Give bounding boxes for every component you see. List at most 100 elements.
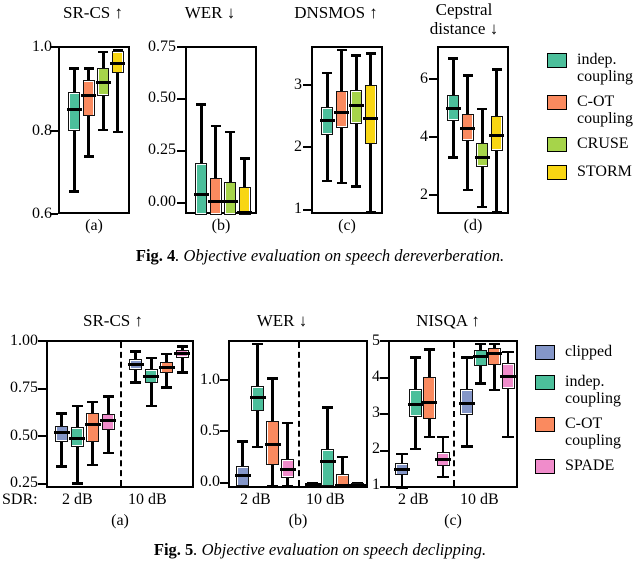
box-body	[82, 80, 95, 117]
whisker-cap-high	[448, 57, 459, 60]
legend-swatch-icon	[546, 52, 568, 69]
fig4-legend-label-1: C-OT coupling	[577, 93, 633, 127]
whisker-cap-low	[112, 130, 123, 134]
median-line	[348, 104, 364, 108]
box-plot-element	[110, 48, 126, 216]
box-plot-element	[53, 342, 70, 490]
whisker-cap-high	[322, 71, 333, 75]
fig5-a-group-label-1: 10 dB	[128, 491, 167, 508]
whisker-cap-low	[488, 388, 501, 392]
fig4-caption-text: . Objective evaluation on speech derever…	[175, 246, 505, 265]
box-plot-element	[319, 342, 336, 490]
fig4-legend-label-3: STORM	[577, 163, 632, 180]
whisker-cap-high	[488, 342, 501, 346]
fig5-a-ytick-2: 0.50	[10, 427, 38, 444]
whisker-cap-high	[477, 107, 488, 111]
fig5-legend-item-2: C-OT coupling	[534, 415, 621, 449]
box-body	[224, 181, 237, 215]
box-plot-element	[472, 342, 489, 490]
median-line	[222, 200, 238, 204]
whisker-cap-high	[321, 406, 334, 409]
fig4-b-sublabel: (b)	[211, 217, 231, 234]
box-plot-element	[334, 48, 350, 216]
legend-swatch-icon	[534, 344, 556, 361]
fig5-c-group-label-1: 10 dB	[460, 491, 499, 508]
whisker-cap-high	[336, 455, 349, 459]
fig4-caption: Fig. 4. Objective evaluation on speech d…	[0, 246, 640, 266]
whisker-cap-low	[491, 211, 502, 214]
whisker-cap-low	[322, 179, 333, 183]
whisker-cap-high	[56, 411, 68, 415]
legend-swatch-icon	[534, 458, 556, 475]
fig4-c-ytick-0: 3	[294, 76, 302, 93]
median-line	[435, 457, 452, 461]
box-plot-element	[279, 342, 296, 490]
fig4-panel-d-title: Cepstral distance ↓	[429, 0, 499, 38]
whisker-cap-low	[130, 381, 142, 385]
median-line	[304, 483, 321, 487]
legend-swatch-icon	[546, 164, 568, 181]
box-plot-element	[174, 342, 191, 490]
whisker-cap-high	[71, 404, 83, 408]
fig5-sdr-label: SDR:	[2, 491, 38, 508]
fig4-legend-item-1: C-OT coupling	[546, 93, 633, 127]
median-line	[110, 61, 126, 65]
whisker-cap-high	[196, 103, 207, 106]
whisker-cap-high	[236, 440, 249, 444]
box-plot-element	[486, 342, 503, 490]
whisker-cap-high	[437, 435, 449, 439]
whisker-cap-low	[102, 451, 114, 455]
fig5-a-ytick-3: 0.25	[10, 474, 38, 491]
fig5-c-group-divider	[453, 342, 455, 486]
whisker-cap-low	[477, 205, 488, 209]
whisker-cap-high	[461, 356, 473, 359]
fig4-b-ytick-2: 0.25	[148, 141, 176, 158]
whisker-cap-low	[396, 486, 408, 490]
median-line	[127, 363, 144, 367]
whisker-cap-high	[281, 421, 294, 425]
whisker-cap-low	[71, 482, 83, 485]
fig4-legend-label-2: CRUSE	[577, 135, 629, 152]
fig5-c-ytick-4: 1	[372, 476, 380, 493]
whisker-cap-low	[83, 155, 94, 158]
whisker-cap-low	[56, 465, 68, 469]
median-line	[143, 374, 160, 378]
median-line	[69, 436, 86, 440]
whisker-cap-high	[491, 68, 502, 72]
box-plot-element	[474, 48, 490, 216]
whisker-cap-high	[98, 50, 109, 54]
fig4-c-ytick-2: 1	[294, 200, 302, 217]
median-line	[334, 484, 351, 488]
fig5-panel-a-title: SR-CS ↑	[83, 311, 143, 330]
fig4-d-ytick-2: 2	[420, 186, 428, 203]
whisker-cap-high	[502, 350, 514, 354]
median-line	[158, 365, 175, 369]
fig5-legend-label-3: SPADE	[565, 457, 615, 474]
fig5-legend-item-1: indep. coupling	[534, 373, 621, 407]
whisker-cap-high	[409, 356, 422, 359]
whisker-cap-low	[161, 386, 173, 389]
median-line	[472, 355, 489, 359]
box-plot-element	[348, 48, 364, 216]
whisker-cap-low	[502, 435, 514, 439]
legend-swatch-icon	[534, 416, 556, 433]
fig4-c-ytick-1: 2	[294, 138, 302, 155]
whisker-cap-low	[266, 484, 279, 488]
median-line	[237, 211, 253, 215]
fig4-a-ytick-0: 1.0	[32, 38, 52, 55]
legend-swatch-icon	[546, 94, 568, 111]
median-line	[249, 396, 266, 400]
box-plot-element	[460, 48, 476, 216]
box-body	[86, 412, 100, 443]
whisker-cap-high	[251, 342, 264, 346]
box-plot-element	[489, 48, 505, 216]
fig5-b-sublabel: (b)	[288, 512, 308, 529]
fig5-b-ytick-0: 1.0	[200, 371, 220, 388]
fig5-a-group-label-0: 2 dB	[62, 491, 93, 508]
whisker-cap-low	[365, 210, 376, 214]
fig4-a-ytick-2: 0.6	[32, 205, 52, 222]
whisker-cap-high	[145, 356, 157, 360]
fig5-legend-label-1: indep. coupling	[565, 373, 621, 407]
median-line	[193, 193, 209, 197]
box-plot-element	[445, 48, 461, 216]
